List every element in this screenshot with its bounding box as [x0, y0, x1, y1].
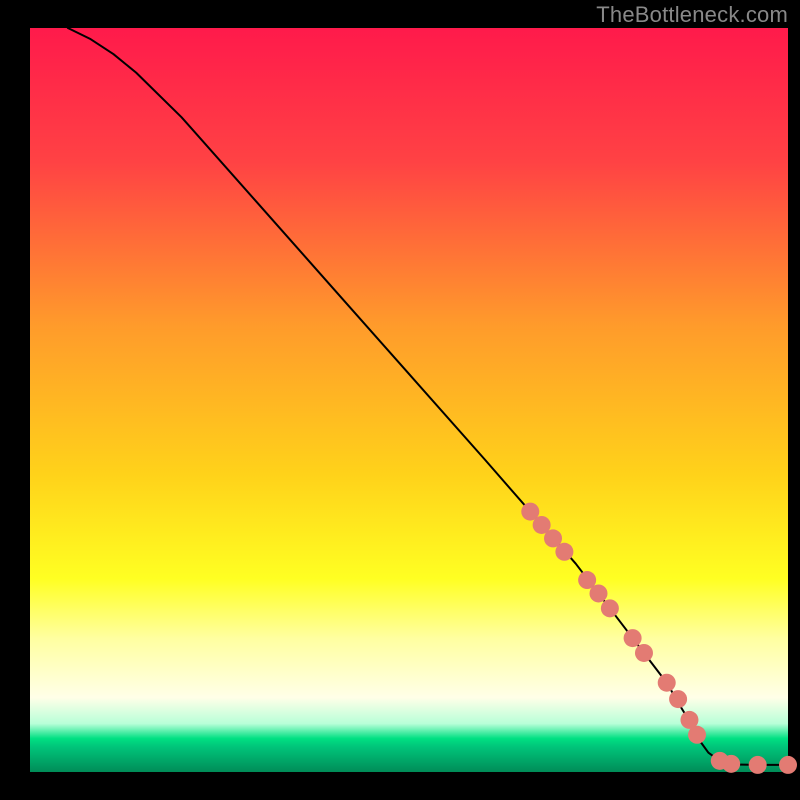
- data-marker: [722, 755, 740, 773]
- data-marker: [624, 629, 642, 647]
- watermark-text: TheBottleneck.com: [596, 2, 788, 28]
- data-marker: [749, 756, 767, 774]
- data-marker: [779, 756, 797, 774]
- data-marker: [688, 726, 706, 744]
- chart-stage: TheBottleneck.com: [0, 0, 800, 800]
- chart-svg: [0, 0, 800, 800]
- data-marker: [635, 644, 653, 662]
- data-marker: [658, 674, 676, 692]
- plot-background: [30, 28, 788, 772]
- data-marker: [669, 690, 687, 708]
- data-marker: [601, 599, 619, 617]
- data-marker: [590, 584, 608, 602]
- data-marker: [555, 543, 573, 561]
